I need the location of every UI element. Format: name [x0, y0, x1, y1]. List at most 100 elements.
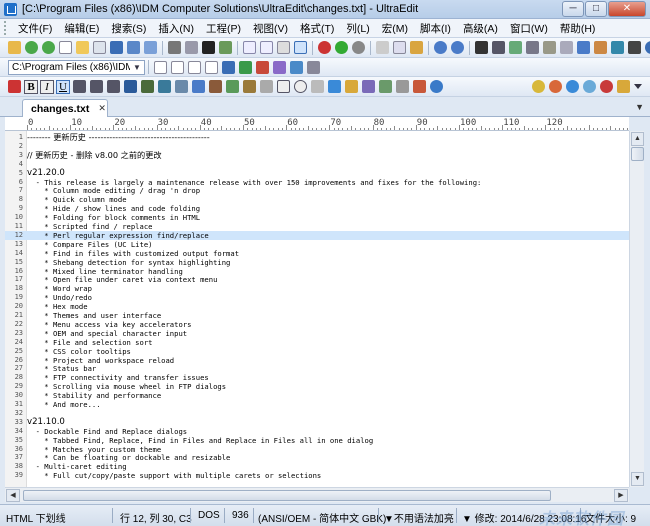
editor-line[interactable]: 27 * Status bar — [5, 364, 629, 373]
checkbox-icon[interactable] — [277, 80, 290, 93]
list-icon[interactable] — [158, 80, 171, 93]
table-icon[interactable] — [175, 80, 188, 93]
editor-line[interactable]: 17 * Open file under caret via context m… — [5, 275, 629, 284]
input-field-icon[interactable] — [260, 80, 273, 93]
save-all-icon[interactable] — [127, 41, 140, 54]
paragraph-icon[interactable] — [141, 80, 154, 93]
status-syntax-highlight[interactable]: ▼不用语法加亮 — [384, 510, 454, 525]
editor-line[interactable]: 33 v21.10.0 — [5, 417, 629, 427]
php-icon[interactable] — [362, 80, 375, 93]
google-search-icon[interactable] — [153, 60, 167, 74]
column-mode-icon[interactable] — [294, 41, 307, 54]
tab-list-dropdown-icon[interactable]: ▼ — [635, 102, 644, 112]
wikipedia-search-icon[interactable] — [187, 60, 201, 74]
close-file-icon[interactable] — [93, 41, 106, 54]
compare-icon[interactable] — [594, 41, 607, 54]
html-validate-icon[interactable] — [413, 80, 426, 93]
menu-advanced[interactable]: 高级(A) — [457, 21, 504, 36]
editor-line[interactable]: 30 * Stability and performance — [5, 391, 629, 400]
record-macro-icon[interactable] — [318, 41, 331, 54]
heading-icon[interactable] — [124, 80, 137, 93]
editor-line[interactable]: 28 * FTP connectivity and transfer issue… — [5, 373, 629, 382]
save-icon[interactable] — [110, 41, 123, 54]
editor-line[interactable]: 19 * Undo/redo — [5, 293, 629, 302]
image-insert-icon[interactable] — [226, 80, 239, 93]
font-icon[interactable] — [202, 41, 215, 54]
print-preview-icon[interactable] — [185, 41, 198, 54]
menu-window[interactable]: 窗口(W) — [504, 21, 554, 36]
find-next-icon[interactable] — [492, 41, 505, 54]
ftp-icon[interactable] — [611, 41, 624, 54]
scroll-left-arrow-icon[interactable]: ◀ — [6, 489, 20, 502]
settings-icon[interactable] — [306, 60, 320, 74]
form-icon[interactable] — [243, 80, 256, 93]
email-icon[interactable] — [272, 60, 286, 74]
editor-line[interactable]: 10 * Folding for block comments in HTML — [5, 213, 629, 222]
editor-line[interactable]: 38 - Multi-caret editing — [5, 462, 629, 471]
word-doc-icon[interactable] — [221, 60, 235, 74]
ultraedit-app-icon[interactable] — [4, 2, 17, 16]
menu-insert[interactable]: 插入(N) — [152, 21, 200, 36]
firefox-browser-icon[interactable] — [549, 80, 562, 93]
cut-icon[interactable] — [376, 41, 389, 54]
editor-line[interactable]: 21 * Themes and user interface — [5, 311, 629, 320]
back-arrow-icon[interactable] — [25, 41, 38, 54]
status-codepage[interactable]: 936 — [232, 510, 249, 521]
replace-icon[interactable] — [509, 41, 522, 54]
comment-icon[interactable] — [379, 80, 392, 93]
explorer-icon[interactable] — [289, 60, 303, 74]
chrome-browser-icon[interactable] — [532, 80, 545, 93]
editor-line[interactable]: 26 * Project and workspace reload — [5, 356, 629, 365]
editor-line[interactable]: 9 * Hide / show lines and code folding — [5, 204, 629, 213]
play-macro-icon[interactable] — [335, 41, 348, 54]
close-window-button[interactable]: ✕ — [608, 1, 646, 17]
word-wrap-icon[interactable] — [243, 41, 256, 54]
italic-button[interactable]: I — [40, 79, 54, 94]
editor-line[interactable]: 8 * Quick column mode — [5, 195, 629, 204]
editor-line[interactable]: 5 v21.20.0 — [5, 168, 629, 178]
editor-line[interactable]: 31 * And more... — [5, 400, 629, 409]
pdf-doc-icon[interactable] — [255, 60, 269, 74]
menu-project[interactable]: 工程(P) — [200, 21, 247, 36]
editor-line[interactable]: 25 * CSS color tooltips — [5, 347, 629, 356]
editor-line[interactable]: 14 * Find in files with customized outpu… — [5, 249, 629, 258]
redo-icon[interactable] — [451, 41, 464, 54]
image-icon[interactable] — [219, 41, 232, 54]
editor-line[interactable]: 11 * Scripted find / replace — [5, 222, 629, 231]
editor-line[interactable]: 7 * Column mode editing / drag 'n drop — [5, 186, 629, 195]
scroll-right-arrow-icon[interactable]: ▶ — [614, 489, 628, 502]
editor-line[interactable]: 34 - Dockable Find and Replace dialogs — [5, 427, 629, 436]
editor-line[interactable]: 6 - This release is largely a maintenanc… — [5, 178, 629, 187]
underline-button[interactable]: U — [56, 79, 70, 94]
minimize-button[interactable]: ─ — [562, 1, 584, 17]
editor-line[interactable]: 16 * Mixed line terminator handling — [5, 267, 629, 276]
editor-line[interactable]: 18 * Word wrap — [5, 284, 629, 293]
help-icon[interactable] — [645, 41, 650, 54]
browser-preview-icon[interactable] — [430, 80, 443, 93]
menu-view[interactable]: 视图(V) — [247, 21, 294, 36]
editor-line[interactable]: 4 — [5, 160, 629, 169]
menu-search[interactable]: 搜索(S) — [105, 21, 152, 36]
toolbar-options-icon[interactable] — [634, 84, 642, 89]
align-right-icon[interactable] — [107, 80, 120, 93]
open-folder-icon[interactable] — [8, 41, 21, 54]
vertical-scroll-thumb[interactable] — [631, 147, 644, 161]
safari-browser-icon[interactable] — [583, 80, 596, 93]
bold-button[interactable]: B — [24, 79, 38, 94]
horizontal-scrollbar[interactable]: ◀ ▶ — [5, 487, 629, 502]
editor-line[interactable]: 12 * Perl regular expression find/replac… — [5, 230, 629, 240]
menu-script[interactable]: 脚本(I) — [414, 21, 457, 36]
editor-line[interactable]: 1 -------- 更新历史 -------------------------… — [5, 133, 629, 142]
editor-line[interactable]: 20 * Hex mode — [5, 302, 629, 311]
status-line-ending[interactable]: DOS — [198, 510, 220, 521]
run-macro-icon[interactable] — [352, 41, 365, 54]
menu-file[interactable]: 文件(F) — [12, 21, 58, 36]
radio-icon[interactable] — [294, 80, 307, 93]
align-center-icon[interactable] — [90, 80, 103, 93]
align-left-icon[interactable] — [73, 80, 86, 93]
find-icon[interactable] — [475, 41, 488, 54]
select-icon[interactable] — [311, 80, 324, 93]
replace-in-files-icon[interactable] — [543, 41, 556, 54]
editor-line[interactable]: 35 * Tabbed Find, Replace, Find in Files… — [5, 436, 629, 445]
copy-icon[interactable] — [393, 41, 406, 54]
